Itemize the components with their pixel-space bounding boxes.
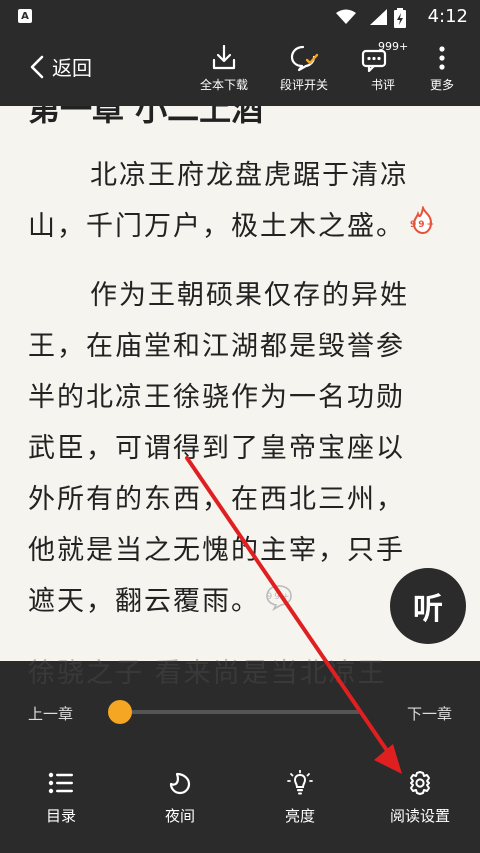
- back-button[interactable]: 返回: [30, 52, 92, 81]
- comment-bubble-icon: 99+: [266, 585, 292, 612]
- list-icon: [48, 772, 73, 794]
- comment-badge-count: 99+: [410, 220, 436, 230]
- more-button[interactable]: 更多: [430, 42, 454, 93]
- paragraph[interactable]: 作为王朝硕果仅存的异姓 王，在庙堂和江湖都是毁誉参 半的北凉王徐骁作为一名功勋 …: [28, 270, 458, 628]
- download-all-button[interactable]: 全本下载: [200, 42, 248, 93]
- text-line: 半的北凉王徐骁作为一名功勋: [28, 382, 405, 413]
- status-icons: [336, 7, 388, 27]
- book-review-button[interactable]: 999+ 书评: [360, 40, 409, 93]
- prev-chapter-button[interactable]: 上一章: [28, 703, 73, 724]
- comment-toggle-icon: [290, 45, 319, 72]
- battery-icon: [394, 8, 406, 28]
- moon-icon: [169, 772, 191, 795]
- reading-area[interactable]: 第一章 小二上酒 北凉王府龙盘虎踞于清凉 山，千门万户，极土木之盛。 99+ 作为…: [0, 106, 480, 661]
- progress-thumb[interactable]: [108, 700, 132, 724]
- text-line: 外所有的东西，在西北三州，: [28, 484, 405, 515]
- app-notification-icon: A: [18, 9, 32, 23]
- paragraph[interactable]: 北凉王府龙盘虎踞于清凉 山，千门万户，极土木之盛。 99+: [28, 150, 458, 253]
- comment-toggle-label: 段评开关: [280, 78, 329, 92]
- text-line: 他就是当之无愧的主宰，只手: [28, 535, 405, 566]
- status-bar: A 4:12: [0, 0, 480, 34]
- gear-icon: [410, 771, 430, 795]
- reader-bottom-panel: 徐骁之子 看来尚是当北凉王 上一章 下一章 目录 夜间 亮度 阅读设置: [0, 658, 480, 853]
- reading-settings-button[interactable]: 阅读设置: [375, 769, 465, 826]
- night-mode-button[interactable]: 夜间: [135, 769, 225, 826]
- text-line-content: 遮天，翻云覆雨。: [28, 586, 260, 617]
- text-line-content: 山，千门万户，极土木之盛。: [28, 211, 405, 242]
- brightness-button[interactable]: 亮度: [255, 769, 345, 826]
- chapter-title: 第一章 小二上酒: [28, 106, 264, 128]
- brightness-icon: [287, 770, 313, 795]
- status-time: 4:12: [427, 6, 468, 27]
- comment-badge-count: 99+: [267, 592, 292, 602]
- brightness-label: 亮度: [284, 807, 315, 825]
- review-count-badge: 999+: [378, 40, 409, 53]
- signal-icon: [370, 9, 387, 25]
- text-line: 北凉王府龙盘虎踞于清凉: [90, 160, 409, 191]
- night-mode-label: 夜间: [164, 807, 195, 825]
- text-line: 作为王朝硕果仅存的异姓: [90, 280, 409, 311]
- chapter-progress-slider[interactable]: [108, 700, 360, 724]
- chevron-left-icon: [30, 55, 44, 78]
- text-line: 王，在庙堂和江湖都是毁誉参: [28, 331, 405, 362]
- paragraph-comment-badge[interactable]: 99+: [264, 577, 294, 628]
- paragraph-comment-badge[interactable]: 99+: [409, 202, 437, 253]
- download-all-label: 全本下载: [200, 78, 249, 92]
- back-label: 返回: [52, 56, 92, 80]
- catalog-label: 目录: [45, 807, 76, 825]
- text-line: 武臣，可谓得到了皇帝宝座以: [28, 433, 405, 464]
- wifi-icon: [336, 9, 356, 24]
- comment-toggle-button[interactable]: 段评开关: [280, 42, 328, 93]
- book-review-label: 书评: [370, 78, 395, 92]
- next-line-peek: 徐骁之子 看来尚是当北凉王: [28, 658, 387, 689]
- hot-comment-icon: 99+: [410, 204, 436, 235]
- catalog-button[interactable]: 目录: [16, 769, 106, 826]
- more-label: 更多: [430, 78, 455, 92]
- reading-settings-label: 阅读设置: [389, 807, 450, 825]
- more-vertical-icon: [439, 46, 445, 70]
- next-chapter-button[interactable]: 下一章: [407, 703, 452, 724]
- download-icon: [212, 44, 236, 70]
- listen-button[interactable]: 听: [390, 568, 466, 644]
- reader-toolbar: 返回 全本下载 段评开关 999+ 书评 更多: [0, 34, 480, 106]
- text-line: 山，千门万户，极土木之盛。 99+: [28, 201, 458, 253]
